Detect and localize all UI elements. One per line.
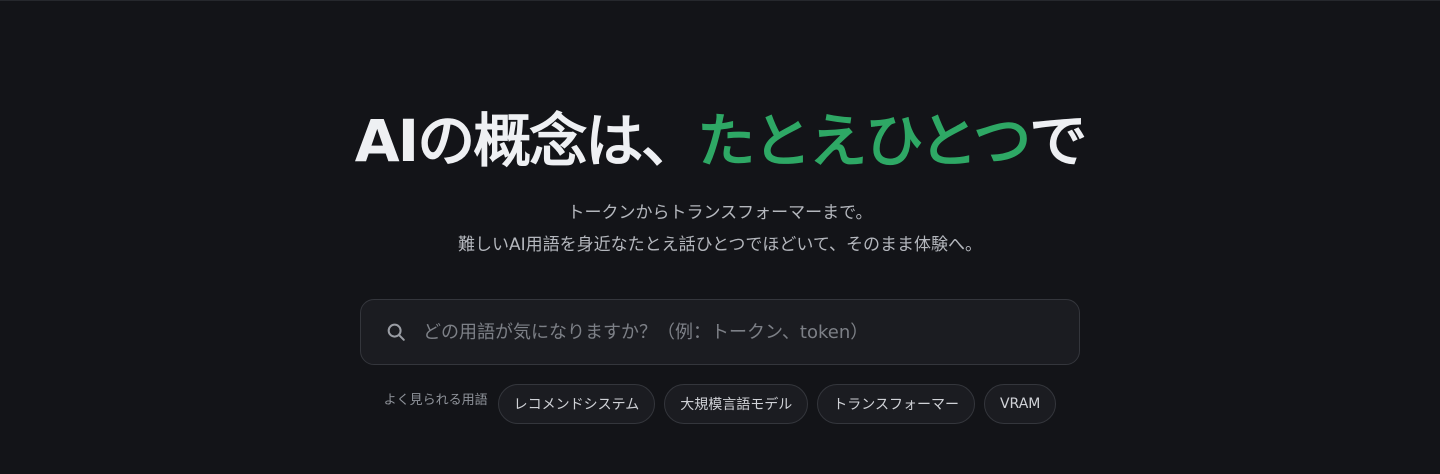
hero-section: AIの概念は、たとえひとつで トークンからトランスフォーマーまで。 難しいAI用… (0, 1, 1440, 474)
hero-subtitle-line-1: トークンからトランスフォーマーまで。 (567, 203, 873, 223)
hero-subtitle: トークンからトランスフォーマーまで。 難しいAI用語を身近なたとえ話ひとつでほど… (0, 197, 1440, 261)
hero-subtitle-line-2: 難しいAI用語を身近なたとえ話ひとつでほどいて、そのまま体験へ。 (457, 235, 983, 255)
popular-terms: よく見られる用語 レコメンドシステム 大規模言語モデル トランスフォーマー VR… (0, 384, 1440, 424)
term-chip-llm[interactable]: 大規模言語モデル (664, 384, 809, 424)
search-icon (387, 323, 405, 341)
hero-title-plain: AIの概念は、 (354, 107, 699, 175)
popular-terms-label: よく見られる用語 (383, 392, 488, 408)
hero-title: AIの概念は、たとえひとつで (0, 107, 1440, 175)
hero-title-accent: たとえひとつ (697, 107, 1031, 175)
search-box[interactable] (360, 299, 1080, 365)
term-chip-vram[interactable]: VRAM (983, 384, 1057, 424)
hero-title-suffix: で (1029, 107, 1087, 175)
term-chip-transformer[interactable]: トランスフォーマー (817, 384, 975, 424)
term-chip-recommend-system[interactable]: レコメンドシステム (497, 384, 656, 424)
search-input[interactable] (423, 300, 1059, 364)
